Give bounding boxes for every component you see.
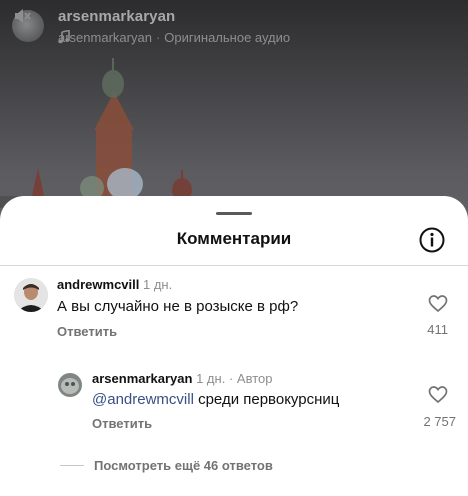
avatar[interactable] xyxy=(58,373,82,397)
avatar[interactable] xyxy=(14,278,48,312)
reel-author-username[interactable]: arsenmarkaryan xyxy=(58,8,175,25)
comment-timestamp: 1 дн. xyxy=(196,371,226,386)
reply-button[interactable]: Ответить xyxy=(57,324,117,339)
user-photo-icon xyxy=(14,278,48,312)
music-note-icon xyxy=(58,30,70,44)
view-more-divider xyxy=(60,465,84,466)
sheet-header-divider xyxy=(0,265,468,266)
mute-icon[interactable] xyxy=(12,6,32,26)
reel-header: arsenmarkaryan arsenmarkaryan · Оригинал… xyxy=(12,6,452,46)
comment-text: @andrewmcvill среди первокурсниц xyxy=(92,391,339,408)
comments-sheet: Комментарии andrewmcvill 1 дн. А вы случ… xyxy=(0,196,468,496)
reply-item: arsenmarkaryan 1 дн. · Автор @andrewmcvi… xyxy=(0,371,468,451)
heart-icon[interactable] xyxy=(428,294,448,314)
comment-timestamp: 1 дн. xyxy=(143,277,173,292)
comment-username-text[interactable]: arsenmarkaryan xyxy=(92,371,192,386)
mention-link[interactable]: @andrewmcvill xyxy=(92,391,194,408)
comments-sheet-title: Комментарии xyxy=(176,229,292,248)
reply-button[interactable]: Ответить xyxy=(92,416,152,431)
sheet-drag-handle[interactable] xyxy=(216,212,252,215)
comment-text: А вы случайно не в розыске в рф? xyxy=(57,298,299,315)
reel-audio-label: Оригинальное аудио xyxy=(164,30,291,45)
reel-audio-separator: · xyxy=(155,30,161,45)
info-icon[interactable] xyxy=(418,226,446,254)
view-more-label[interactable]: Посмотреть ещё 46 ответов xyxy=(94,458,273,473)
heart-icon[interactable] xyxy=(428,385,448,405)
user-photo-icon xyxy=(58,373,82,397)
reel-audio-artist: arsenmarkaryan xyxy=(58,30,152,45)
like-count: 411 xyxy=(427,322,448,337)
like-count: 2 757 xyxy=(423,414,456,429)
comment-username[interactable]: arsenmarkaryan 1 дн. · Автор xyxy=(92,371,272,386)
author-badge: Автор xyxy=(236,371,273,386)
reel-audio-link[interactable]: arsenmarkaryan · Оригинальное аудио xyxy=(58,30,290,45)
comment-username-text[interactable]: andrewmcvill xyxy=(57,277,139,292)
meta-separator: · xyxy=(228,371,234,386)
comment-item: andrewmcvill 1 дн. А вы случайно не в ро… xyxy=(0,274,468,354)
comment-text-body: среди первокурсниц xyxy=(193,391,340,408)
comment-username[interactable]: andrewmcvill 1 дн. xyxy=(57,277,172,292)
view-more-replies[interactable]: Посмотреть ещё 46 ответов xyxy=(60,458,273,473)
